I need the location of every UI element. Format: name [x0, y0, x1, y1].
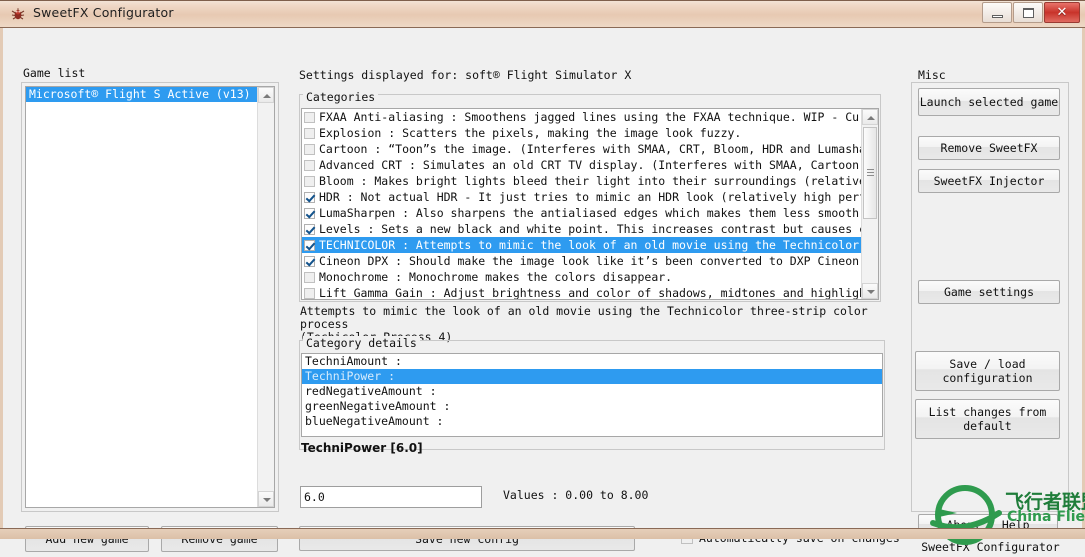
- category-row[interactable]: Bloom : Makes bright lights bleed their …: [302, 173, 861, 189]
- category-checkbox[interactable]: [304, 192, 315, 203]
- client-area: Game list Microsoft® Flight S Active (v1…: [0, 28, 1085, 528]
- window-bottom-frame: [0, 528, 1085, 539]
- category-row-label: Cartoon : “Toon”s the image. (Interferes…: [319, 141, 861, 157]
- maximize-button[interactable]: [1013, 2, 1043, 23]
- window-controls: ✕: [982, 2, 1080, 24]
- misc-label: Misc: [915, 68, 949, 82]
- category-checkbox[interactable]: [304, 128, 315, 139]
- close-button[interactable]: ✕: [1044, 2, 1080, 23]
- category-row-label: FXAA Anti-aliasing : Smoothens jagged li…: [319, 109, 861, 125]
- game-list-scrollbar[interactable]: [257, 87, 274, 507]
- scroll-up-icon[interactable]: [258, 87, 274, 103]
- category-details-label: Category details: [303, 336, 420, 350]
- category-row-label: LumaSharpen : Also sharpens the antialia…: [319, 205, 861, 221]
- category-description-line1: Attempts to mimic the look of an old mov…: [300, 305, 880, 331]
- scrollbar-grip-icon: [867, 169, 874, 177]
- category-row-label: Advanced CRT : Simulates an old CRT TV d…: [319, 157, 861, 173]
- title-bar: SweetFX Configurator ✕: [0, 0, 1085, 28]
- game-list-box[interactable]: Microsoft® Flight S Active (v13): [25, 86, 275, 508]
- list-changes-from-default-button[interactable]: List changes from default: [915, 399, 1060, 439]
- category-checkbox[interactable]: [304, 112, 315, 123]
- detail-list-item[interactable]: redNegativeAmount :: [302, 384, 882, 399]
- category-row[interactable]: Lift Gamma Gain : Adjust brightness and …: [302, 285, 861, 300]
- sweetfx-injector-button[interactable]: SweetFX Injector: [918, 169, 1060, 193]
- category-row[interactable]: LumaSharpen : Also sharpens the antialia…: [302, 205, 861, 221]
- minimize-button[interactable]: [982, 2, 1012, 23]
- maximize-icon: [1023, 8, 1034, 18]
- category-row[interactable]: Advanced CRT : Simulates an old CRT TV d…: [302, 157, 861, 173]
- category-details-list-box[interactable]: TechniAmount :TechniPower :redNegativeAm…: [301, 353, 883, 437]
- parameter-value-input[interactable]: [300, 486, 482, 508]
- category-row[interactable]: FXAA Anti-aliasing : Smoothens jagged li…: [302, 109, 861, 125]
- close-icon: ✕: [1045, 3, 1079, 22]
- category-row-label: Monochrome : Monochrome makes the colors…: [319, 269, 672, 285]
- detail-list-item[interactable]: TechniPower :: [302, 369, 882, 384]
- game-list-items: Microsoft® Flight S Active (v13): [26, 87, 274, 102]
- app-window: SweetFX Configurator ✕ Game list Microso…: [0, 0, 1085, 539]
- detail-list-item[interactable]: TechniAmount :: [302, 354, 882, 369]
- category-row[interactable]: HDR : Not actual HDR - It just tries to …: [302, 189, 861, 205]
- bug-icon: [10, 6, 26, 22]
- category-checkbox[interactable]: [304, 144, 315, 155]
- parameter-title: TechniPower [6.0]: [301, 441, 423, 455]
- category-checkbox[interactable]: [304, 224, 315, 235]
- category-row-label: Levels : Sets a new black and white poin…: [319, 221, 861, 237]
- category-row[interactable]: Cartoon : “Toon”s the image. (Interferes…: [302, 141, 861, 157]
- category-row[interactable]: Levels : Sets a new black and white poin…: [302, 221, 861, 237]
- category-checkbox[interactable]: [304, 208, 315, 219]
- category-row-label: Explosion : Scatters the pixels, making …: [319, 125, 741, 141]
- category-checkbox[interactable]: [304, 176, 315, 187]
- detail-list-item[interactable]: greenNegativeAmount :: [302, 399, 882, 414]
- category-row-label: Cineon DPX : Should make the image look …: [319, 253, 861, 269]
- scroll-up-icon[interactable]: [862, 109, 878, 125]
- misc-footer-label: SweetFX Configurator: [918, 540, 1063, 554]
- category-row[interactable]: Cineon DPX : Should make the image look …: [302, 253, 861, 269]
- category-row-label: HDR : Not actual HDR - It just tries to …: [319, 189, 861, 205]
- parameter-range-label: Values : 0.00 to 8.00: [503, 488, 648, 502]
- scroll-down-icon[interactable]: [258, 491, 274, 507]
- game-list-item[interactable]: Microsoft® Flight S Active (v13): [26, 87, 274, 102]
- window-title: SweetFX Configurator: [33, 5, 174, 20]
- categories-list-box[interactable]: FXAA Anti-aliasing : Smoothens jagged li…: [301, 108, 879, 300]
- minimize-icon: [992, 15, 1003, 18]
- detail-list-item[interactable]: blueNegativeAmount :: [302, 414, 882, 429]
- categories-items: FXAA Anti-aliasing : Smoothens jagged li…: [302, 109, 861, 300]
- remove-sweetfx-button[interactable]: Remove SweetFX: [918, 136, 1060, 160]
- category-row-label: Lift Gamma Gain : Adjust brightness and …: [319, 285, 861, 300]
- category-checkbox[interactable]: [304, 272, 315, 283]
- settings-displayed-for-label: Settings displayed for: soft® Flight Sim…: [299, 68, 631, 82]
- category-checkbox[interactable]: [304, 240, 315, 251]
- scroll-down-icon[interactable]: [862, 283, 878, 299]
- scrollbar-thumb[interactable]: [863, 127, 877, 219]
- category-row-label: TECHNICOLOR : Attempts to mimic the look…: [319, 237, 861, 253]
- category-row[interactable]: Explosion : Scatters the pixels, making …: [302, 125, 861, 141]
- game-list-label: Game list: [23, 66, 85, 80]
- category-checkbox[interactable]: [304, 256, 315, 267]
- category-row-label: Bloom : Makes bright lights bleed their …: [319, 173, 861, 189]
- save-load-configuration-button[interactable]: Save / load configuration: [915, 351, 1060, 391]
- category-row[interactable]: Monochrome : Monochrome makes the colors…: [302, 269, 861, 285]
- game-settings-button[interactable]: Game settings: [918, 280, 1060, 304]
- launch-selected-game-button[interactable]: Launch selected game: [918, 88, 1060, 116]
- category-row[interactable]: TECHNICOLOR : Attempts to mimic the look…: [302, 237, 861, 253]
- category-checkbox[interactable]: [304, 160, 315, 171]
- categories-label: Categories: [303, 90, 378, 104]
- category-details-items: TechniAmount :TechniPower :redNegativeAm…: [302, 354, 882, 429]
- category-checkbox[interactable]: [304, 288, 315, 299]
- categories-scrollbar[interactable]: [861, 109, 878, 299]
